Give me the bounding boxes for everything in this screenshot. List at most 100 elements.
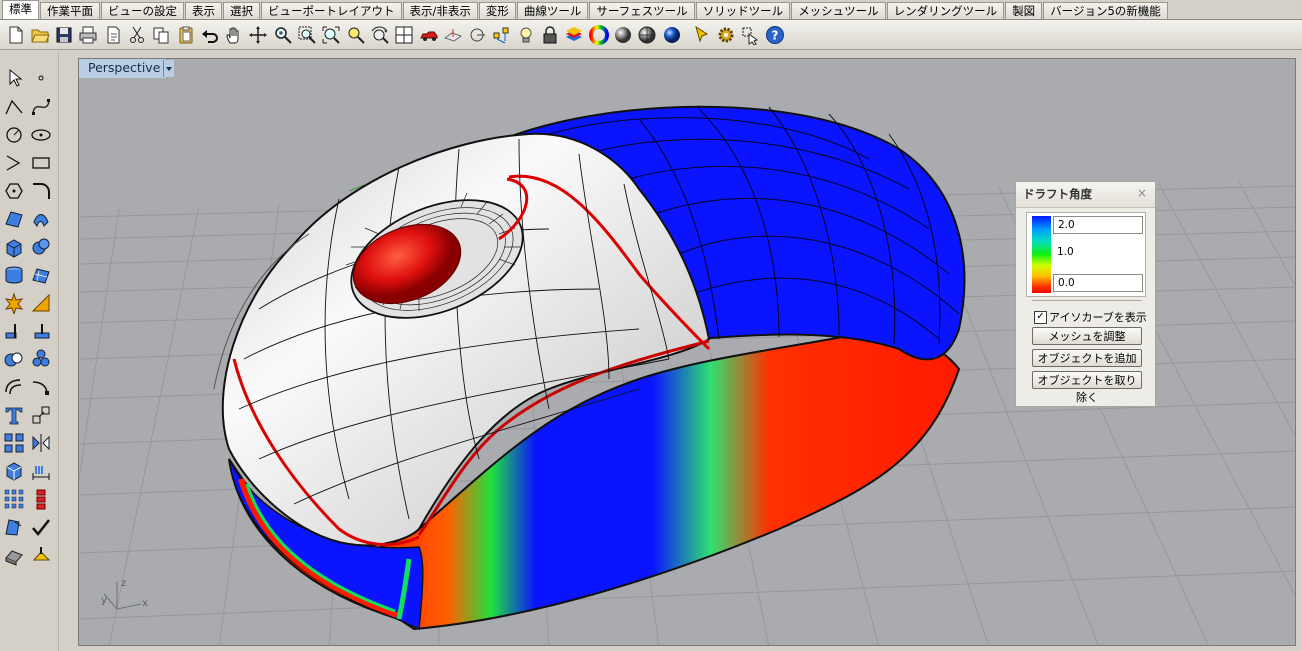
group-icon[interactable]: [28, 346, 54, 372]
point-icon[interactable]: [28, 65, 54, 91]
box-solid-icon[interactable]: [1, 234, 27, 260]
shaded-sphere-icon[interactable]: [611, 23, 634, 47]
select-arrow-icon[interactable]: [1, 65, 27, 91]
tab-new-in-v5[interactable]: バージョン5の新機能: [1043, 2, 1168, 19]
rectangle-icon[interactable]: [28, 150, 54, 176]
polyline-icon[interactable]: [1, 94, 27, 120]
rotate-view-icon[interactable]: [247, 23, 270, 47]
tab-standard[interactable]: 標準: [2, 0, 39, 19]
split-icon[interactable]: [1, 318, 27, 344]
viewport-menu-dropdown[interactable]: [163, 60, 174, 77]
polygon-icon[interactable]: [1, 178, 27, 204]
mid-angle-label: 1.0: [1057, 246, 1074, 258]
history-icon[interactable]: [28, 486, 54, 512]
checkbox-mark[interactable]: ✓: [1034, 310, 1047, 324]
rendered-sphere-icon[interactable]: [636, 23, 659, 47]
help-icon[interactable]: ?: [763, 23, 786, 47]
save-icon[interactable]: [53, 23, 76, 47]
set-cplane-icon[interactable]: [441, 23, 464, 47]
gear-settings-icon[interactable]: [715, 23, 738, 47]
mesh-icon[interactable]: [28, 262, 54, 288]
zoom-icon[interactable]: [271, 23, 294, 47]
tab-visibility[interactable]: 表示/非表示: [402, 2, 478, 19]
open-folder-icon[interactable]: [28, 23, 51, 47]
axis-y-label: y: [101, 595, 107, 606]
new-file-icon[interactable]: [4, 23, 27, 47]
panel-divider: [1032, 300, 1142, 301]
zoom-extents-icon[interactable]: [320, 23, 343, 47]
tab-transform[interactable]: 変形: [478, 2, 516, 19]
pan-hand-icon[interactable]: [223, 23, 246, 47]
scale-icon[interactable]: [28, 402, 54, 428]
tab-surface-tools[interactable]: サーフェスツール: [589, 2, 695, 19]
car-render-icon[interactable]: [417, 23, 440, 47]
import-icon[interactable]: [101, 23, 124, 47]
print-icon[interactable]: [77, 23, 100, 47]
tab-cplanes[interactable]: 作業平面: [40, 2, 100, 19]
zoom-window-icon[interactable]: [296, 23, 319, 47]
explode-icon[interactable]: [1, 290, 27, 316]
tab-solid-tools[interactable]: ソリッドツール: [695, 2, 791, 19]
zoom-selected-icon[interactable]: [344, 23, 367, 47]
mouse-model[interactable]: [213, 105, 966, 631]
add-object-button[interactable]: オブジェクトを追加: [1032, 349, 1142, 367]
select-region-icon[interactable]: [739, 23, 762, 47]
hide-icon[interactable]: [28, 542, 54, 568]
object-snap-icon[interactable]: [490, 23, 513, 47]
min-angle-field[interactable]: 0.0: [1053, 274, 1143, 292]
show-isocurves-checkbox[interactable]: ✓ アイソカーブを表示: [1034, 309, 1147, 325]
fillet-icon[interactable]: [28, 178, 54, 204]
tab-curve-tools[interactable]: 曲線ツール: [516, 2, 589, 19]
cursor-options-icon[interactable]: [690, 23, 713, 47]
cylinder-solid-icon[interactable]: [1, 262, 27, 288]
render-icon[interactable]: [1, 542, 27, 568]
surface-icon[interactable]: [1, 206, 27, 232]
copy-icon[interactable]: [150, 23, 173, 47]
color-wheel-icon[interactable]: [587, 23, 610, 47]
blue-sphere-icon[interactable]: [660, 23, 683, 47]
curve-icon[interactable]: [28, 94, 54, 120]
palette-gutter: [58, 52, 79, 651]
arc-icon[interactable]: [1, 150, 27, 176]
fillet-curve-icon[interactable]: [28, 374, 54, 400]
tab-viewport-layout[interactable]: ビューポートレイアウト: [261, 2, 402, 19]
tab-drafting[interactable]: 製図: [1005, 2, 1043, 19]
check-icon[interactable]: [28, 514, 54, 540]
panel-title: ドラフト角度: [1016, 182, 1155, 208]
boolean-icon[interactable]: [1, 346, 27, 372]
close-icon[interactable]: ×: [1136, 187, 1148, 199]
color-ramp-box: 2.0 1.0 0.0: [1026, 212, 1146, 297]
cut-icon[interactable]: [125, 23, 148, 47]
max-angle-field[interactable]: 2.0: [1053, 216, 1143, 234]
light-bulb-icon[interactable]: [514, 23, 537, 47]
sphere-solid-icon[interactable]: [28, 234, 54, 260]
tab-select[interactable]: 選択: [223, 2, 260, 19]
tab-mesh-tools[interactable]: メッシュツール: [791, 2, 886, 19]
undo-icon[interactable]: [198, 23, 221, 47]
viewport-title-tab[interactable]: Perspective: [79, 59, 168, 78]
remove-object-button[interactable]: オブジェクトを取り除く: [1032, 371, 1142, 404]
block-icon[interactable]: [1, 458, 27, 484]
lock-icon[interactable]: [539, 23, 562, 47]
rotate-camera-icon[interactable]: [368, 23, 391, 47]
adjust-mesh-button[interactable]: メッシュを調整: [1032, 327, 1142, 345]
layer-icon[interactable]: [563, 23, 586, 47]
offset-icon[interactable]: [1, 374, 27, 400]
analyze-icon[interactable]: [1, 514, 27, 540]
dimension-icon[interactable]: [28, 458, 54, 484]
tab-set-view[interactable]: ビューの設定: [101, 2, 184, 19]
text-icon[interactable]: [1, 402, 27, 428]
four-viewports-icon[interactable]: [393, 23, 416, 47]
grid-array-icon[interactable]: [1, 486, 27, 512]
mirror-icon[interactable]: [28, 430, 54, 456]
join-icon[interactable]: [28, 318, 54, 344]
paste-icon[interactable]: [174, 23, 197, 47]
tab-render-tools[interactable]: レンダリングツール: [886, 2, 1005, 19]
array-icon[interactable]: [1, 430, 27, 456]
ellipse-icon[interactable]: [28, 122, 54, 148]
circle-icon[interactable]: [1, 122, 27, 148]
cplane-origin-icon[interactable]: [466, 23, 489, 47]
trim-icon[interactable]: [28, 290, 54, 316]
surface-edge-icon[interactable]: [28, 206, 54, 232]
tab-display[interactable]: 表示: [185, 2, 222, 19]
